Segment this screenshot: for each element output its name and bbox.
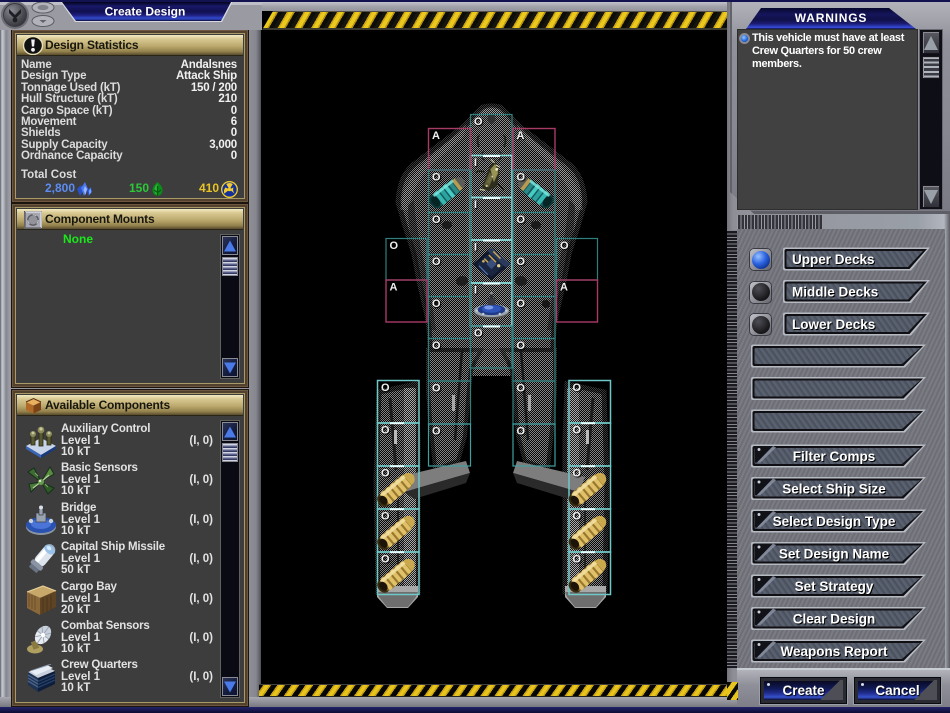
- svg-text:I: I: [474, 285, 477, 297]
- svg-text:O: O: [432, 340, 441, 352]
- svg-text:O: O: [474, 328, 483, 340]
- svg-text:Create Design: Create Design: [105, 5, 186, 19]
- svg-text:O: O: [517, 172, 526, 184]
- svg-text:O: O: [474, 116, 483, 128]
- svg-text:O: O: [432, 214, 441, 226]
- svg-text:O: O: [381, 511, 390, 523]
- svg-text:O: O: [517, 340, 526, 352]
- svg-text:O: O: [381, 425, 390, 437]
- svg-text:O: O: [573, 468, 582, 480]
- svg-text:O: O: [517, 256, 526, 268]
- svg-text:A: A: [432, 130, 440, 142]
- svg-text:O: O: [390, 240, 399, 252]
- svg-text:Weapons Report: Weapons Report: [780, 644, 888, 659]
- svg-text:Upper Decks: Upper Decks: [792, 252, 875, 267]
- svg-text:A: A: [517, 130, 525, 142]
- svg-text:O: O: [381, 468, 390, 480]
- svg-text:Select Design Type: Select Design Type: [773, 514, 896, 529]
- svg-text:I: I: [474, 242, 477, 254]
- svg-text:O: O: [381, 382, 390, 394]
- svg-text:O: O: [432, 256, 441, 268]
- svg-text:O: O: [517, 383, 526, 395]
- svg-text:O: O: [573, 511, 582, 523]
- svg-text:I: I: [474, 157, 477, 169]
- svg-text:Filter Comps: Filter Comps: [793, 449, 876, 464]
- svg-text:I: I: [474, 199, 477, 211]
- svg-text:O: O: [560, 240, 569, 252]
- svg-text:Select Ship Size: Select Ship Size: [782, 482, 886, 497]
- svg-text:A: A: [560, 282, 568, 294]
- svg-text:A: A: [390, 282, 398, 294]
- svg-text:O: O: [573, 554, 582, 566]
- svg-text:O: O: [573, 425, 582, 437]
- svg-text:O: O: [517, 298, 526, 310]
- svg-text:Set Strategy: Set Strategy: [795, 579, 874, 594]
- svg-text:O: O: [517, 426, 526, 438]
- svg-text:O: O: [573, 382, 582, 394]
- svg-text:O: O: [432, 426, 441, 438]
- svg-text:O: O: [517, 214, 526, 226]
- svg-text:Middle Decks: Middle Decks: [792, 285, 878, 300]
- svg-text:Clear Design: Clear Design: [793, 612, 876, 627]
- svg-text:O: O: [432, 383, 441, 395]
- svg-text:Lower Decks: Lower Decks: [792, 317, 875, 332]
- svg-text:O: O: [432, 172, 441, 184]
- svg-text:O: O: [381, 554, 390, 566]
- svg-text:Set Design Name: Set Design Name: [779, 547, 890, 562]
- svg-text:O: O: [432, 298, 441, 310]
